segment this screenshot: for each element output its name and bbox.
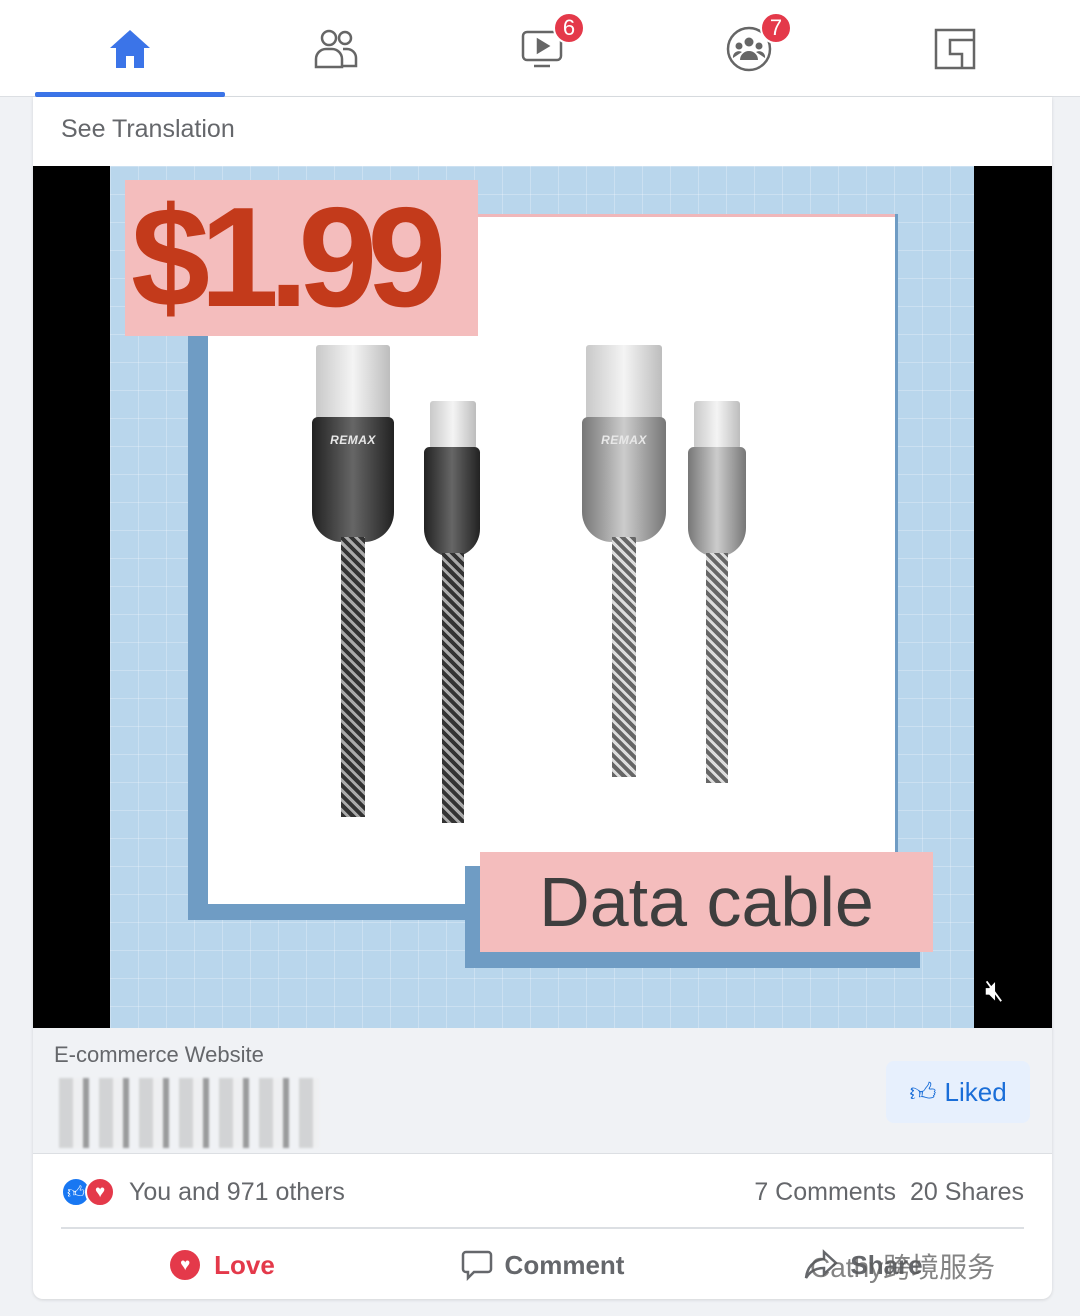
mute-icon[interactable]: 🔇︎ bbox=[985, 974, 1004, 1008]
tab-watch[interactable]: 6 bbox=[447, 0, 637, 97]
liked-button[interactable]: 👍︎ Liked bbox=[886, 1061, 1030, 1123]
brand-label: REMAX bbox=[330, 433, 376, 447]
comment-button[interactable]: Comment bbox=[382, 1249, 703, 1281]
tab-home[interactable] bbox=[35, 0, 225, 97]
love-reaction-icon: ♥ bbox=[85, 1177, 115, 1207]
comment-label: Comment bbox=[504, 1249, 625, 1280]
thumbs-up-icon: 👍︎ bbox=[909, 1076, 937, 1107]
product-image: REMAX REMAX $1.99 Data cable bbox=[110, 166, 974, 1028]
comment-icon bbox=[461, 1250, 492, 1281]
friends-icon bbox=[314, 29, 358, 68]
shares-count[interactable]: 20 Shares bbox=[910, 1178, 1024, 1207]
product-caption: Data cable bbox=[480, 852, 933, 952]
reactions-count[interactable]: You and 971 others bbox=[129, 1178, 345, 1207]
post-stats: 👍︎ ♥ You and 971 others 7 Comments 20 Sh… bbox=[61, 1157, 1024, 1229]
see-translation-link[interactable]: See Translation bbox=[61, 115, 235, 144]
pages-icon bbox=[934, 28, 976, 69]
post-video[interactable]: REMAX REMAX $1.99 Data cable 🔇︎ bbox=[33, 166, 1052, 1028]
brand-label: REMAX bbox=[601, 433, 647, 447]
post-card: See Translation REMAX REMAX $1.99 Data c… bbox=[33, 97, 1052, 1299]
home-icon bbox=[110, 29, 150, 68]
liked-label: Liked bbox=[944, 1076, 1007, 1107]
top-nav: 6 7 bbox=[0, 0, 1080, 97]
comments-count[interactable]: 7 Comments bbox=[754, 1178, 896, 1207]
tab-friends[interactable] bbox=[241, 0, 431, 97]
watch-badge: 6 bbox=[553, 12, 585, 44]
page-category: E-commerce Website bbox=[54, 1042, 264, 1067]
tab-groups[interactable]: 7 bbox=[654, 0, 844, 97]
love-button[interactable]: ♥ Love bbox=[61, 1248, 382, 1282]
love-label: Love bbox=[214, 1249, 275, 1280]
watermark: Cathy跨境服务 bbox=[810, 1252, 996, 1283]
tab-pages[interactable] bbox=[860, 0, 1050, 97]
blurred-text bbox=[59, 1078, 319, 1148]
price-label: $1.99 bbox=[125, 180, 478, 336]
heart-icon: ♥ bbox=[168, 1248, 203, 1282]
groups-badge: 7 bbox=[760, 12, 792, 44]
